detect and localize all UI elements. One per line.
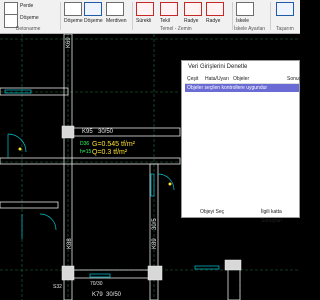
dimension-label: 70/30 bbox=[90, 281, 103, 287]
beam-label-k69: K69 bbox=[66, 37, 72, 48]
iskele-makrosu-button[interactable]: İskele bbox=[236, 2, 262, 24]
select-object-button[interactable]: Objeyi Seç bbox=[200, 208, 224, 217]
column-header[interactable]: Çeşit bbox=[187, 76, 198, 82]
ribbon-separator bbox=[60, 2, 61, 30]
merdiven-button[interactable]: Merdiven bbox=[106, 2, 130, 24]
floor-results-button[interactable]: İlgili katta Sonuçları bbox=[261, 208, 299, 224]
beam-size-label-k89: 30/5 bbox=[152, 218, 158, 230]
beam-label-k89: K89 bbox=[152, 238, 158, 249]
beam-size-label: 30/50 bbox=[98, 129, 114, 135]
scaffold-icon bbox=[236, 2, 254, 16]
results-list[interactable] bbox=[185, 92, 299, 204]
column-header[interactable]: Objeler bbox=[233, 76, 249, 82]
strip-footing-icon bbox=[136, 2, 154, 16]
slab-thickness-label: h=15 bbox=[80, 149, 92, 155]
results-row[interactable]: Objeler seçilen kontrollere uygundur bbox=[185, 84, 299, 92]
slab-id-label: D36 bbox=[80, 141, 90, 147]
raft-channel-icon bbox=[206, 2, 224, 16]
tekil-temel-button[interactable]: Tekil bbox=[160, 2, 182, 24]
radye-kanali-button[interactable]: Radye bbox=[206, 2, 230, 24]
ribbon-toolbar: Perde Döşeme Döşeme Döşeme Merdiven Süre… bbox=[0, 0, 300, 34]
data-check-dialog: Veri Girişlerini Denetle Çeşit Hata/Uyar… bbox=[181, 60, 301, 224]
slab-grid-icon bbox=[64, 2, 82, 16]
design-icon bbox=[276, 2, 294, 16]
single-footing-icon bbox=[160, 2, 178, 16]
ribbon-separator bbox=[132, 2, 133, 30]
beam-label-k79: K79 bbox=[92, 292, 103, 298]
tasarim-button[interactable] bbox=[276, 2, 296, 24]
surekli-temel-button[interactable]: Sürekli bbox=[136, 2, 158, 24]
group-iskele-ayarlari: İskele Ayarları bbox=[234, 26, 266, 32]
slab-channel-icon bbox=[84, 2, 102, 16]
beam-label-k88: K88 bbox=[67, 238, 73, 249]
group-betonarme: Betonarme bbox=[16, 26, 41, 32]
dialog-title: Veri Girişlerini Denetle bbox=[188, 64, 248, 70]
raft-icon bbox=[184, 2, 202, 16]
ribbon-separator bbox=[232, 2, 233, 30]
doseme-button[interactable]: Döşeme bbox=[4, 14, 39, 36]
column-header[interactable]: Hata/Uyarı bbox=[205, 76, 229, 82]
column-header[interactable]: Sonuç bbox=[287, 76, 301, 82]
stairs-icon bbox=[106, 2, 124, 16]
doseme-2-button[interactable]: Döşeme bbox=[64, 2, 84, 24]
live-load-label: Q=0.3 tf/m² bbox=[92, 149, 128, 156]
dead-load-label: G=0.545 tf/m² bbox=[92, 141, 135, 148]
column-label-s32: S32 bbox=[53, 284, 62, 290]
result-text: Objeler seçilen kontrollere uygundur bbox=[187, 85, 268, 91]
doseme-kanali-button[interactable]: Döşeme bbox=[84, 2, 104, 24]
group-tasarim: Taşarım bbox=[276, 26, 294, 32]
beam-label-k95: K95 bbox=[82, 129, 93, 135]
radye-button[interactable]: Radye bbox=[184, 2, 204, 24]
group-temel-zemin: Temel - Zemin bbox=[160, 26, 192, 32]
results-table-header: Çeşit Hata/Uyarı Objeler Sonuç bbox=[185, 75, 301, 84]
beam-size-label-k79: 30/50 bbox=[106, 292, 122, 298]
ribbon-separator bbox=[270, 2, 271, 30]
